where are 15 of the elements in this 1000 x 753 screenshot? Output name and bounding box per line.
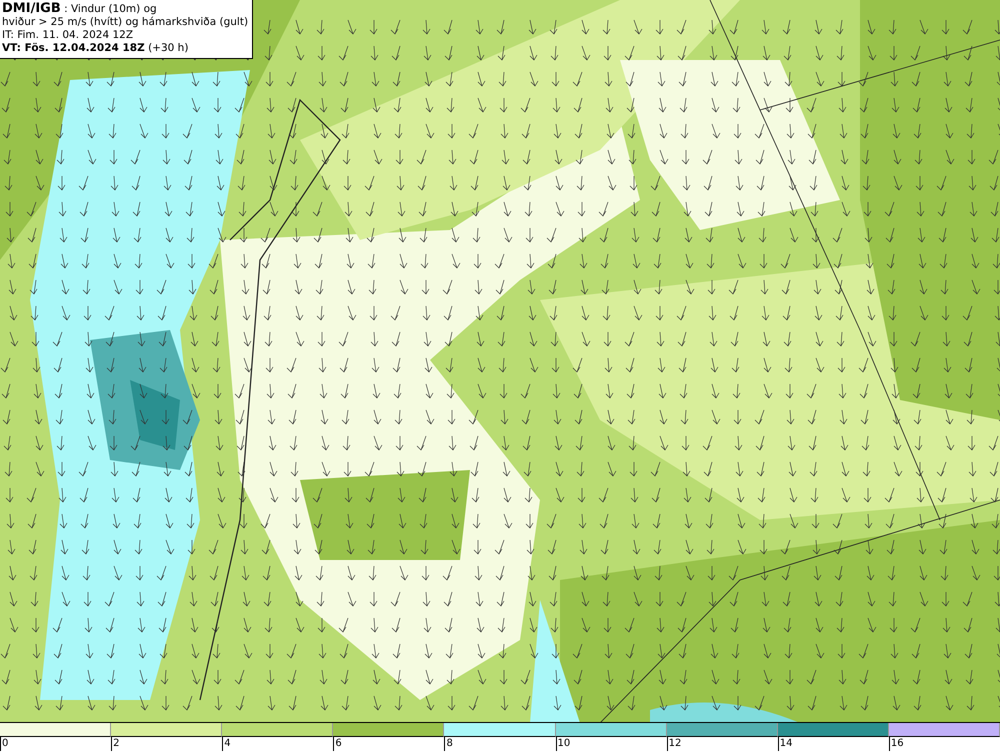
legend-tick-label: 8: [444, 737, 453, 752]
map-subtitle: hviður > 25 m/s (hvítt) og hámarkshviða (gult): [2, 16, 248, 28]
legend-tick-label: 6: [333, 737, 342, 752]
valid-time: VT: Fös. 12.04.2024 18Z: [2, 42, 145, 54]
lead-time: (+30 h): [148, 42, 188, 54]
map-title: : Vindur (10m) og: [64, 3, 157, 15]
legend-tick-label: 2: [111, 737, 120, 752]
legend-tick-label: 16: [888, 737, 904, 752]
legend-tick-label: 10: [556, 737, 570, 752]
legend-tick-label: 4: [222, 737, 231, 752]
issue-time: IT: Fim. 11. 04. 2024 12Z: [2, 29, 134, 41]
legend-tick-label: 0: [0, 737, 8, 752]
legend-tick-label: 14: [778, 737, 792, 752]
source-label: DMI/IGB: [2, 1, 61, 16]
legend-tick-label: 12: [666, 737, 682, 752]
